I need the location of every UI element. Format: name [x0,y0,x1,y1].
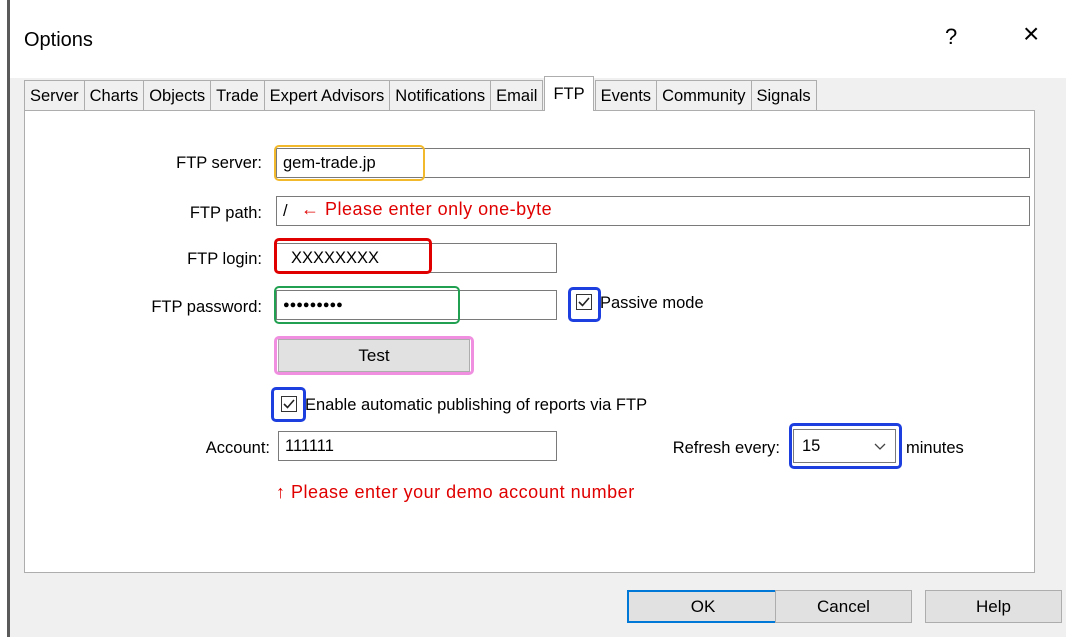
minutes-label: minutes [906,439,964,457]
ok-button[interactable]: OK [627,590,779,623]
ftp-login-label: FTP login: [187,250,262,268]
help-button[interactable]: Help [925,590,1062,623]
account-label: Account: [205,439,270,457]
enable-highlight [271,387,306,422]
title-bar [10,0,1066,78]
tab-email[interactable]: Email [490,80,544,111]
ftp-panel [24,110,1035,573]
tab-objects[interactable]: Objects [143,80,212,111]
path-note: ← Please enter only one-byte [301,199,553,219]
refresh-label: Refresh every: [672,439,780,457]
test-highlight [274,336,474,375]
cancel-button[interactable]: Cancel [775,590,912,623]
server-highlight [274,145,425,181]
tab-trade[interactable]: Trade [210,80,265,111]
account-note: ↑ Please enter your demo account number [276,482,635,502]
tab-signals[interactable]: Signals [750,80,817,111]
window-title: Options [24,29,93,51]
password-highlight [274,286,460,324]
tab-charts[interactable]: Charts [83,80,145,111]
close-icon[interactable]: × [1023,20,1039,48]
tab-community[interactable]: Community [656,80,752,111]
tab-server[interactable]: Server [24,80,85,111]
tab-strip: Server Charts Objects Trade Expert Advis… [24,76,817,111]
tab-expert-advisors[interactable]: Expert Advisors [263,80,391,111]
help-icon[interactable]: ? [945,24,957,50]
account-field[interactable]: 111111 [278,431,557,461]
ftp-server-label: FTP server: [176,154,262,172]
passive-mode-label: Passive mode [600,294,704,312]
ftp-path-label: FTP path: [189,204,262,222]
ftp-password-label: FTP password: [151,298,262,316]
tab-notifications[interactable]: Notifications [389,80,492,111]
login-highlight [274,238,432,274]
passive-highlight [568,287,601,322]
refresh-highlight [789,423,902,469]
tab-events[interactable]: Events [594,80,658,111]
tab-ftp[interactable]: FTP [544,76,594,111]
ftp-path-value: / [283,201,288,220]
enable-publishing-label: Enable automatic publishing of reports v… [305,396,648,414]
